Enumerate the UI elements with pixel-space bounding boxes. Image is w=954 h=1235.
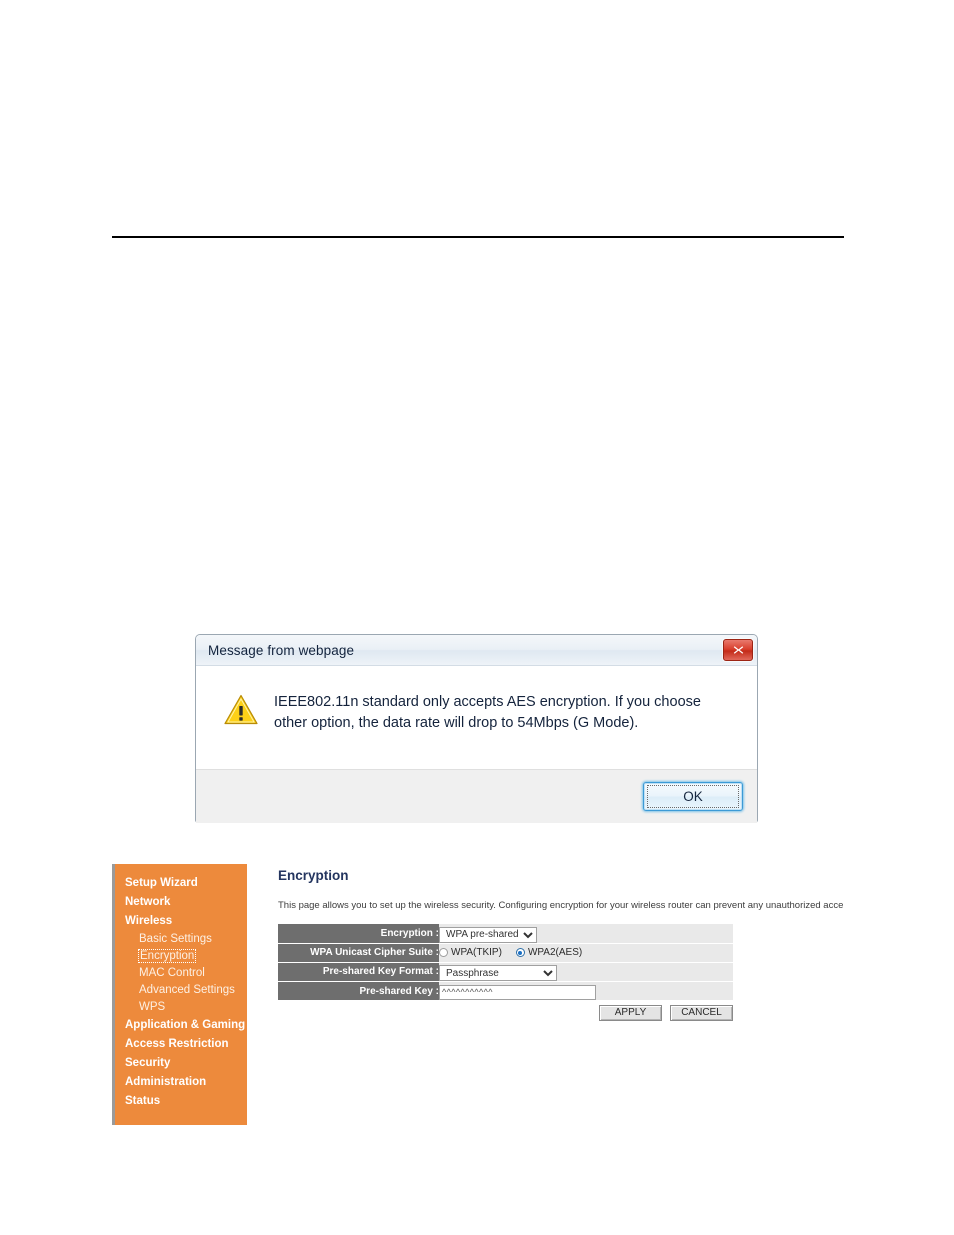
sidebar-item-application-gaming[interactable]: Application & Gaming [115, 1016, 247, 1035]
sidebar-item-setup-wizard[interactable]: Setup Wizard [115, 874, 247, 893]
radio-label: WPA2(AES) [527, 947, 583, 958]
ok-button[interactable]: OK [643, 782, 743, 811]
dialog-message: IEEE802.11n standard only accepts AES en… [274, 694, 701, 731]
sidebar-item-label: Security [125, 1057, 171, 1069]
radio-option-wpa-tkip[interactable]: WPA(TKIP) [439, 947, 502, 958]
radio-icon[interactable] [439, 948, 448, 957]
sidebar-item-mac-control[interactable]: MAC Control [115, 965, 247, 982]
page-description: This page allows you to set up the wirel… [278, 900, 843, 911]
radio-icon-selected[interactable] [515, 948, 525, 957]
sidebar-item-label: Wireless [125, 915, 173, 927]
table-row: WPA Unicast Cipher Suite : WPA(TKIP) WPA… [278, 943, 733, 963]
sidebar-item-label: Advanced Settings [139, 984, 235, 996]
dialog-footer: OK [196, 769, 757, 823]
cipher-suite-value-cell: WPA(TKIP) WPA2(AES) [439, 943, 733, 963]
sidebar-item-label: MAC Control [139, 967, 205, 979]
pre-shared-key-label: Pre-shared Key : [278, 981, 439, 1001]
encryption-settings-table: Encryption : WPA pre-shared key WPA Unic… [278, 924, 733, 1001]
key-format-label: Pre-shared Key Format : [278, 962, 439, 982]
table-row: Pre-shared Key : [278, 981, 733, 1001]
cipher-suite-radio-group: WPA(TKIP) WPA2(AES) [439, 947, 733, 958]
sidebar-item-administration[interactable]: Administration [115, 1073, 247, 1092]
form-button-row: APPLY CANCEL [278, 1005, 733, 1021]
sidebar-item-wps[interactable]: WPS [115, 999, 247, 1016]
main-content: Encryption This page allows you to set u… [278, 868, 843, 1021]
radio-label: WPA(TKIP) [451, 947, 502, 958]
sidebar-item-label: Encryption [137, 949, 197, 963]
sidebar-nav: Setup Wizard Network Wireless Basic Sett… [112, 864, 247, 1125]
sidebar-item-encryption[interactable]: Encryption [115, 948, 247, 965]
pre-shared-key-input[interactable] [439, 984, 596, 1000]
dialog-body: IEEE802.11n standard only accepts AES en… [196, 666, 757, 769]
sidebar-item-wireless[interactable]: Wireless [115, 912, 247, 931]
encryption-label: Encryption : [278, 924, 439, 944]
sidebar-item-label: Network [125, 896, 171, 908]
table-row: Encryption : WPA pre-shared key [278, 924, 733, 944]
key-format-select[interactable]: Passphrase [439, 965, 557, 981]
sidebar-item-basic-settings[interactable]: Basic Settings [115, 931, 247, 948]
dialog-titlebar: Message from webpage [196, 635, 757, 666]
sidebar-item-access-restriction[interactable]: Access Restriction [115, 1035, 247, 1054]
encryption-select[interactable]: WPA pre-shared key [439, 926, 537, 943]
sidebar-item-advanced-settings[interactable]: Advanced Settings [115, 982, 247, 999]
pre-shared-key-value-cell [439, 981, 733, 1001]
page-header-rule [112, 236, 844, 238]
sidebar-item-label: Administration [125, 1076, 207, 1088]
sidebar-item-security[interactable]: Security [115, 1054, 247, 1073]
sidebar-item-label: Setup Wizard [125, 877, 198, 889]
sidebar-item-network[interactable]: Network [115, 893, 247, 912]
sidebar-item-label: Status [125, 1095, 161, 1107]
key-format-value-cell: Passphrase [439, 962, 733, 982]
radio-option-wpa2-aes[interactable]: WPA2(AES) [515, 947, 583, 958]
ok-button-label: OK [683, 789, 703, 804]
message-dialog: Message from webpage IEEE802.11n standar… [195, 634, 758, 823]
sidebar-item-status[interactable]: Status [115, 1092, 247, 1111]
apply-button[interactable]: APPLY [599, 1005, 662, 1021]
sidebar-item-label: Basic Settings [139, 933, 212, 945]
table-row: Pre-shared Key Format : Passphrase [278, 962, 733, 982]
encryption-value-cell: WPA pre-shared key [439, 924, 733, 944]
warning-triangle-icon [224, 694, 258, 725]
sidebar-item-label: WPS [139, 1001, 166, 1013]
close-icon[interactable] [723, 639, 753, 661]
sidebar-item-label: Access Restriction [125, 1038, 229, 1050]
cipher-suite-label: WPA Unicast Cipher Suite : [278, 943, 439, 963]
page-title: Encryption [278, 868, 349, 883]
dialog-title: Message from webpage [208, 642, 355, 658]
sidebar-item-label: Application & Gaming [125, 1019, 246, 1031]
cancel-button[interactable]: CANCEL [670, 1005, 733, 1021]
